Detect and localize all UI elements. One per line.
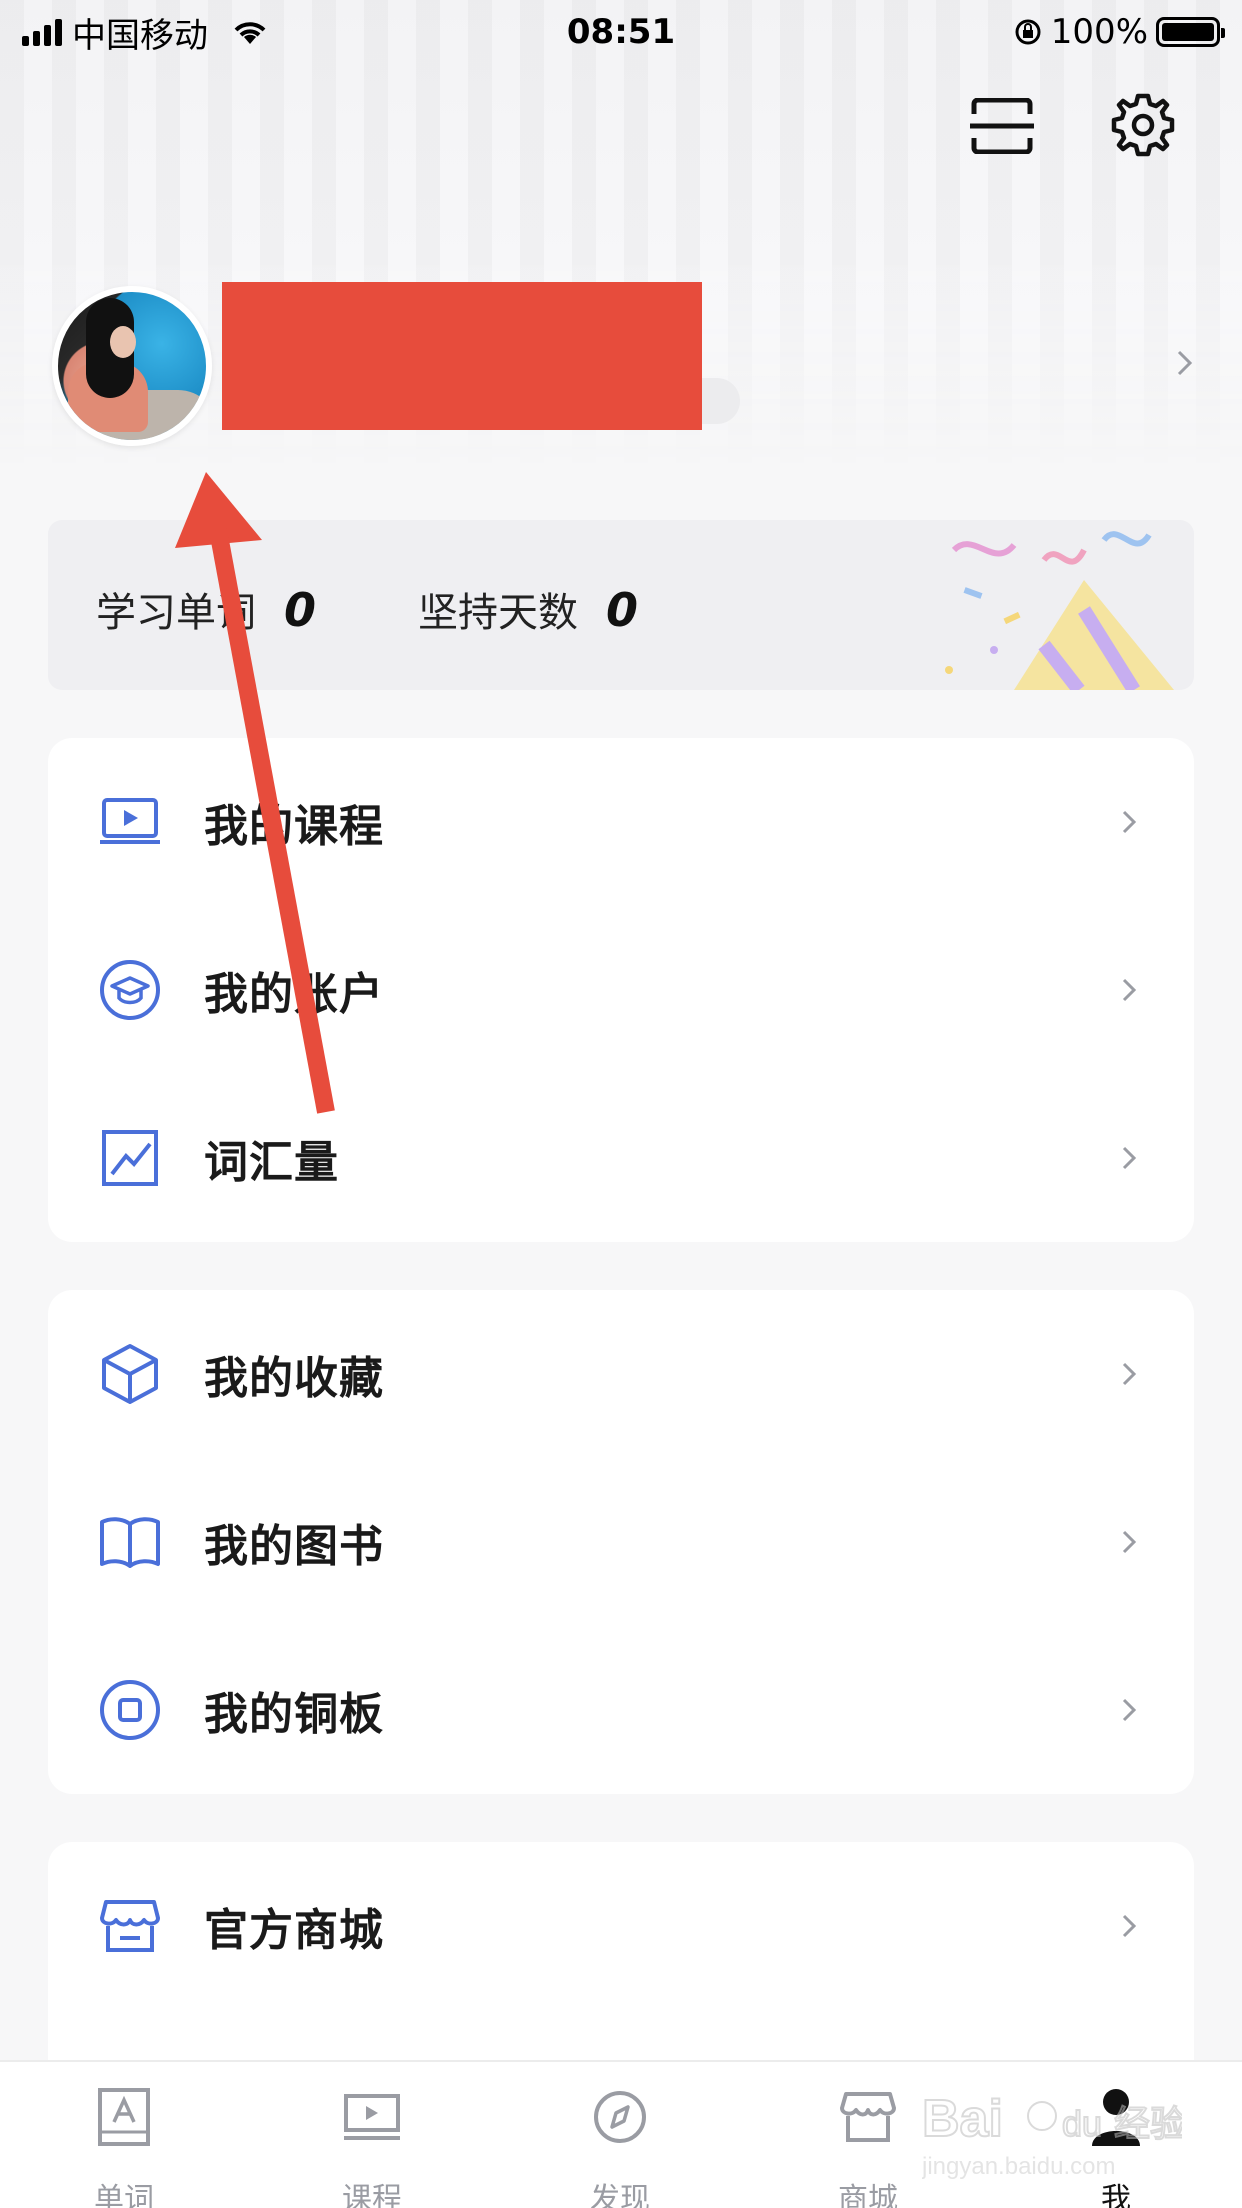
chevron-right-icon xyxy=(1122,810,1137,834)
coin-icon xyxy=(100,1680,160,1740)
stat-words: 学习单词 0 xyxy=(96,580,316,638)
stat-words-value: 0 xyxy=(284,583,317,637)
stat-days: 坚持天数 0 xyxy=(418,580,638,638)
compass-icon xyxy=(594,2091,646,2143)
chevron-right-icon xyxy=(1122,978,1137,1002)
menu-item-favorites[interactable]: 我的收藏 xyxy=(48,1290,1194,1458)
chevron-right-icon xyxy=(1177,350,1193,376)
store-icon xyxy=(100,1900,160,1952)
menu-label-account: 我的账户 xyxy=(204,969,384,1020)
menu-item-books[interactable]: 我的图书 xyxy=(48,1458,1194,1626)
menu-item-courses[interactable]: 我的课程 xyxy=(48,738,1194,906)
menu-label-coins: 我的铜板 xyxy=(204,1689,384,1740)
chevron-right-icon xyxy=(1122,1146,1137,1170)
menu-label-vocabulary: 词汇量 xyxy=(204,1137,339,1188)
header-actions xyxy=(942,92,1242,162)
party-popper-icon xyxy=(945,531,1174,690)
chevron-right-icon xyxy=(1122,1698,1137,1722)
status-time: 08:51 xyxy=(566,12,676,52)
battery-icon xyxy=(1156,17,1225,47)
status-bar: 中国移动 08:51 100% xyxy=(0,0,1242,64)
nav-label-me: 我 xyxy=(1101,2182,1131,2208)
wifi-icon xyxy=(234,22,266,44)
menu-label-courses: 我的课程 xyxy=(204,801,384,852)
graduation-cap-icon xyxy=(100,960,160,1020)
chevron-right-icon xyxy=(1122,1362,1137,1386)
word-card-icon xyxy=(98,2088,150,2146)
nav-item-courses[interactable]: 课程 xyxy=(272,2062,472,2208)
menu-item-coins[interactable]: 我的铜板 xyxy=(48,1626,1194,1794)
menu-card-collection: 我的收藏 我的图书 我的铜板 xyxy=(48,1290,1194,1794)
stat-words-label: 学习单词 xyxy=(96,590,256,636)
status-left: 中国移动 xyxy=(22,8,270,57)
course-icon xyxy=(344,2094,400,2140)
carrier-label: 中国移动 xyxy=(72,15,208,56)
rotation-lock-icon xyxy=(1015,19,1041,45)
battery-label: 100% xyxy=(1050,12,1148,52)
chart-trend-icon xyxy=(102,1130,158,1186)
profile-icon xyxy=(1092,2089,1140,2146)
video-course-icon xyxy=(100,798,160,844)
menu-label-official-store: 官方商城 xyxy=(204,1905,384,1956)
nav-item-shop[interactable]: 商城 xyxy=(768,2062,968,2208)
shop-icon xyxy=(840,2092,896,2142)
menu-card-learning: 我的课程 我的账户 词汇量 xyxy=(48,738,1194,1242)
signal-icon xyxy=(22,18,62,46)
menu-item-vocabulary[interactable]: 词汇量 xyxy=(48,1074,1194,1242)
nav-label-shop: 商城 xyxy=(838,2182,898,2208)
menu-label-favorites: 我的收藏 xyxy=(204,1353,384,1404)
profile-header[interactable] xyxy=(0,280,1242,450)
nav-label-discover: 发现 xyxy=(590,2182,650,2208)
cube-icon xyxy=(102,1344,158,1404)
nav-item-words[interactable]: 单词 xyxy=(24,2062,224,2208)
menu-label-books: 我的图书 xyxy=(204,1521,384,1572)
username-redacted xyxy=(222,282,702,430)
nav-label-words: 单词 xyxy=(94,2182,154,2208)
avatar[interactable] xyxy=(52,286,212,446)
chevron-right-icon xyxy=(1122,1530,1137,1554)
chevron-right-icon xyxy=(1122,1914,1137,1938)
scan-icon[interactable] xyxy=(970,98,1034,154)
book-icon xyxy=(100,1517,160,1568)
nav-item-me[interactable]: 我 xyxy=(1016,2062,1216,2208)
stats-card: 学习单词 0 坚持天数 0 xyxy=(48,520,1194,690)
gear-icon[interactable] xyxy=(1110,92,1176,158)
nav-label-courses: 课程 xyxy=(342,2182,402,2208)
menu-item-official-store[interactable]: 官方商城 xyxy=(48,1842,1194,2010)
menu-item-account[interactable]: 我的账户 xyxy=(48,906,1194,1074)
nav-item-discover[interactable]: 发现 xyxy=(520,2062,720,2208)
status-right: 100% xyxy=(1013,12,1225,52)
stat-days-value: 0 xyxy=(606,583,639,637)
stat-days-label: 坚持天数 xyxy=(418,590,578,636)
bottom-nav: 单词 课程 发现 商城 我 xyxy=(0,2060,1242,2208)
